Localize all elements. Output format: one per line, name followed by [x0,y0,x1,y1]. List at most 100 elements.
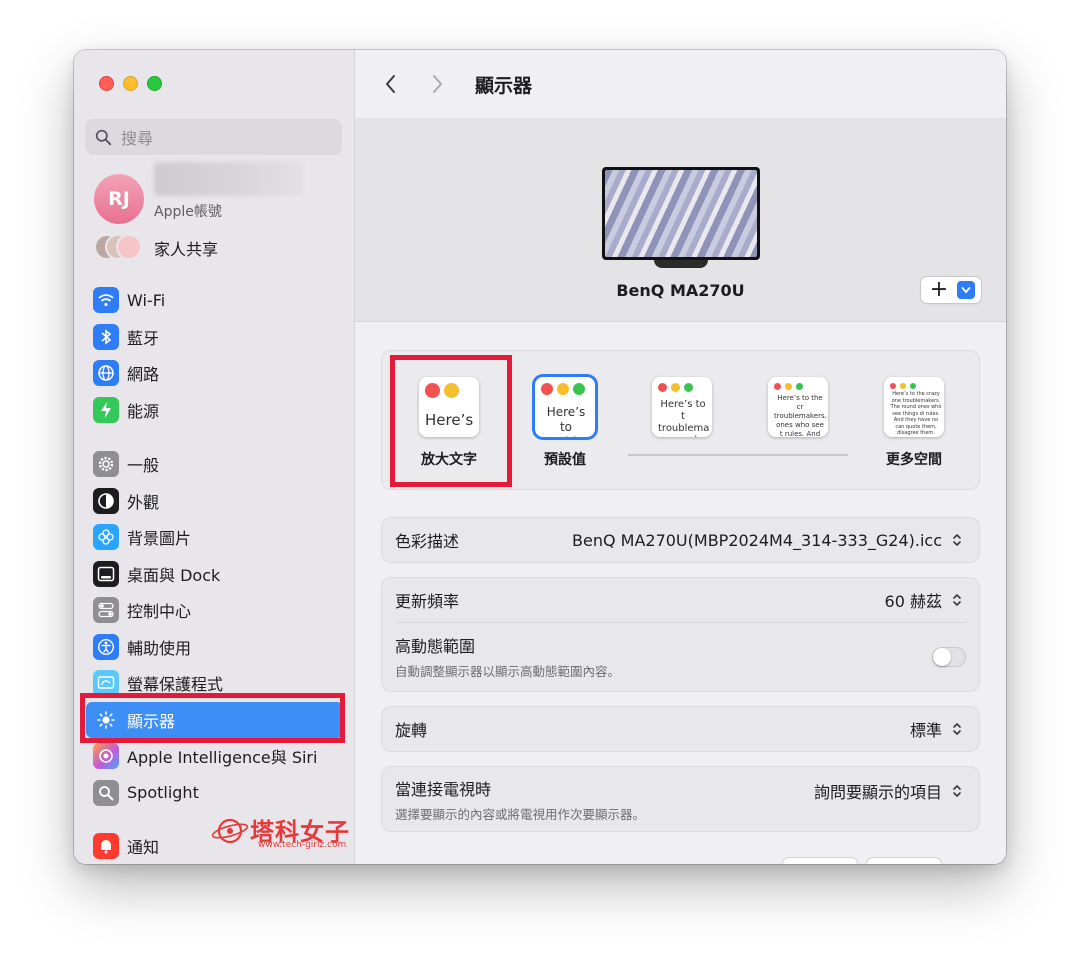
sidebar-item-label: 網路 [127,365,160,385]
refresh-hdr-card: 更新頻率 60 赫茲 高動態範圍 自動調整顯示器以顯示高動態範圍內容。 [381,577,980,692]
resolution-larger-text[interactable]: Here’s 放大文字 [399,377,499,469]
forward-button[interactable] [419,66,455,102]
cutoff-button[interactable] [783,858,857,864]
resolution-default[interactable]: Here’s to troublem 預設值 [515,377,615,469]
sidebar-item-accessibility[interactable]: 輔助使用 [74,629,355,666]
sidebar-item-network[interactable]: 網路 [74,355,355,392]
wifi-icon [93,287,119,314]
sidebar-item-label: 背景圖片 [127,529,192,549]
sidebar-item-spotlight[interactable]: Spotlight [74,775,355,812]
chevron-right-icon [433,75,442,93]
resolution-sample-text: Here’s to the cr troublemakers. ones who… [774,394,827,437]
magnifier-icon [93,779,119,806]
flower-icon [93,524,119,551]
sidebar-item-label: 能源 [127,401,160,421]
sidebar-item-apple-intelligence-siri[interactable]: Apple Intelligence與 Siri [74,738,355,775]
monitor-stand [654,260,708,268]
sidebar-item-label: Apple Intelligence與 Siri [127,748,318,768]
back-button[interactable] [373,66,409,102]
cutoff-button[interactable] [867,858,941,864]
sidebar-item-bluetooth[interactable]: 藍牙 [74,319,355,356]
resolution-thumbnail: Here’s to troublem [535,377,595,437]
avatar: RJ [94,174,144,224]
family-sharing-label: 家人共享 [154,240,219,259]
account-subtitle: Apple帳號 [154,204,222,220]
refresh-rate-value: 60 赫茲 [884,592,942,611]
resolution-sample-text: Here’s to the crazy one troublemakers. T… [890,391,942,437]
sidebar-item-wifi[interactable]: Wi-Fi [74,282,355,319]
updown-chevron-icon[interactable] [948,780,966,802]
monitor-preview[interactable] [602,167,760,260]
hdr-label: 高動態範圍 [395,637,476,656]
system-settings-window: 搜尋 RJ Apple帳號 家人共享 Wi-Fi 藍牙 網路 能源 一般 外觀 … [74,50,1006,864]
sidebar-item-screensaver[interactable]: 螢幕保護程式 [74,665,355,702]
updown-chevron-icon[interactable] [948,529,966,551]
chevron-down-icon[interactable] [957,281,975,299]
resolution-option-3[interactable]: Here’s to t troublema ones who [632,377,732,449]
sidebar-item-control-center[interactable]: 控制中心 [74,592,355,629]
resolution-panel: Here’s 放大文字 Here’s to troublem 預設值 Here’… [381,350,980,490]
sidebar-item-label: Spotlight [127,783,199,803]
watermark-url: www.tech-girlz.com [258,840,347,850]
toolbar: 顯示器 [355,50,1006,118]
sidebar-item-general[interactable]: 一般 [74,446,355,483]
blurred-account-name [154,162,304,196]
rotation-row[interactable]: 旋轉 標準 [382,707,979,751]
sidebar-item-label: 桌面與 Dock [127,565,221,585]
sidebar-item-wallpaper[interactable]: 背景圖片 [74,519,355,556]
search-icon [95,129,112,145]
updown-chevron-icon[interactable] [948,589,966,611]
add-display-button[interactable]: + [921,277,981,303]
resolution-sample-text: Here’s to troublem [541,405,595,437]
watermark-emblem-icon [211,818,249,843]
sidebar: 搜尋 RJ Apple帳號 家人共享 Wi-Fi 藍牙 網路 能源 一般 外觀 … [74,50,355,864]
tv-card: 當連接電視時 選擇要顯示的內容或將電視用作次要顯示器。 詢問要顯示的項目 [381,766,980,832]
sun-icon [93,706,119,733]
sidebar-item-appearance[interactable]: 外觀 [74,483,355,520]
minimize-window-button[interactable] [123,76,138,91]
screensaver-icon [93,670,119,697]
resolution-track [628,454,848,456]
bottom-buttons-cut-off [783,858,941,864]
sidebar-item-label: 控制中心 [127,602,192,622]
apple-account-item[interactable]: RJ Apple帳號 [94,162,344,224]
zoom-window-button[interactable] [147,76,162,91]
hdr-description: 自動調整顯示器以顯示高動態範圍內容。 [395,664,621,679]
family-avatars [94,234,144,262]
sidebar-item-displays[interactable]: 顯示器 [86,701,343,738]
sidebar-group-system: 一般 外觀 背景圖片 桌面與 Dock 控制中心 輔助使用 螢幕保護程式 顯示器… [74,446,355,811]
bell-icon [93,833,119,860]
tv-row[interactable]: 當連接電視時 選擇要顯示的內容或將電視用作次要顯示器。 詢問要顯示的項目 [382,767,979,831]
hdr-toggle[interactable] [932,646,966,667]
resolution-label: 更多空間 [886,452,942,468]
sidebar-item-energy[interactable]: 能源 [74,392,355,429]
sidebar-item-label: 一般 [127,456,160,476]
battery-bolt-icon [93,396,119,423]
hdr-row: 高動態範圍 自動調整顯示器以顯示高動態範圍內容。 [395,622,966,690]
updown-chevron-icon[interactable] [948,718,966,740]
watermark-logo: 塔科女子 www.tech-girlz.com [210,812,350,850]
refresh-rate-row[interactable]: 更新頻率 60 赫茲 [382,578,979,622]
appearance-icon [93,487,119,514]
sidebar-item-desktop-dock[interactable]: 桌面與 Dock [74,556,355,593]
color-profile-row[interactable]: 色彩描述 BenQ MA270U(MBP2024M4_314-333_G24).… [382,518,979,562]
resolution-option-4[interactable]: Here’s to the cr troublemakers. ones who… [748,377,848,449]
accessibility-icon [93,633,119,660]
tv-description: 選擇要顯示的內容或將電視用作次要顯示器。 [395,806,646,822]
sidebar-item-label: 輔助使用 [127,638,192,658]
search-input[interactable]: 搜尋 [85,119,342,155]
resolution-label: 預設值 [544,452,586,468]
close-window-button[interactable] [99,76,114,91]
resolution-more-space[interactable]: Here’s to the crazy one troublemakers. T… [864,377,964,469]
sidebar-item-label: 外觀 [127,492,160,512]
page-title: 顯示器 [475,74,533,97]
family-sharing-item[interactable]: 家人共享 [94,233,218,263]
sidebar-item-label: 螢幕保護程式 [127,675,224,695]
resolution-thumbnail: Here’s [419,377,479,437]
resolution-thumbnail: Here’s to t troublema ones who [652,377,712,437]
resolution-label: 放大文字 [421,452,477,468]
display-arrangement: BenQ MA270U + [355,118,1006,322]
globe-icon [93,360,119,387]
siri-icon [93,743,119,770]
toggles-icon [93,597,119,624]
